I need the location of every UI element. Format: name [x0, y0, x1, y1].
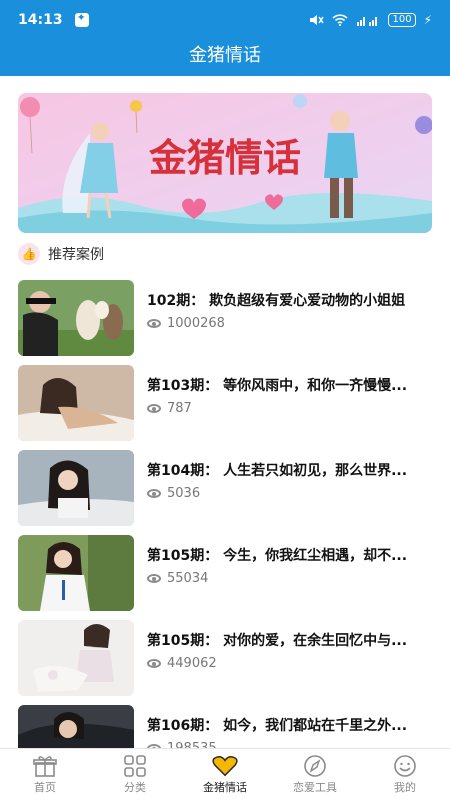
view-count-value: 5036 — [167, 486, 201, 501]
tab-home[interactable]: 首页 — [0, 749, 90, 800]
signal-icon — [357, 17, 378, 26]
item-title: 第103期： 等你风雨中，和你一齐慢慢... — [147, 378, 408, 394]
view-count: 55034 — [147, 571, 208, 586]
app-root: 14:13 100 ⚡ 金猪情话 — [0, 0, 450, 800]
charging-icon: ⚡ — [423, 13, 432, 27]
battery-icon: 100 — [388, 13, 416, 27]
thumbnail-image — [18, 535, 134, 611]
banner-text: 金猪情话 — [148, 136, 301, 180]
section-header: 👍 推荐案例 — [18, 243, 104, 265]
eye-icon — [147, 404, 161, 413]
item-title: 第105期： 今生，你我红尘相遇，却不... — [147, 548, 408, 564]
thumbnail-image — [18, 280, 134, 356]
smile-icon — [392, 754, 418, 777]
tab-love-words[interactable]: 金猪情话 — [180, 749, 270, 800]
section-title: 推荐案例 — [48, 247, 104, 263]
thumbnail-image — [18, 365, 134, 441]
tab-love-words-label: 金猪情话 — [203, 780, 247, 794]
notification-icon — [74, 11, 89, 27]
wifi-icon — [332, 14, 349, 26]
tab-love-tools[interactable]: 恋爱工具 — [270, 749, 360, 800]
item-title: 第106期： 如今，我们都站在千里之外... — [147, 718, 408, 734]
view-count: 449062 — [147, 656, 217, 671]
eye-icon — [147, 659, 161, 668]
banner-illustration: 金猪情话 — [18, 93, 432, 233]
thumbs-up-icon: 👍 — [18, 243, 40, 265]
view-count-value: 1000268 — [167, 316, 225, 331]
tab-category-label: 分类 — [124, 780, 146, 794]
list-item[interactable]: 第105期： 对你的爱，在余生回忆中与... 449062 — [18, 620, 432, 696]
item-title: 102期： 欺负超级有爱心爱动物的小姐姐 — [147, 293, 406, 309]
mute-icon — [310, 15, 325, 25]
view-count: 787 — [147, 401, 192, 416]
view-count-value: 55034 — [167, 571, 209, 586]
thumbnail-image — [18, 620, 134, 696]
item-title: 第104期： 人生若只如初见，那么世界... — [147, 463, 408, 479]
list-item[interactable]: 102期： 欺负超级有爱心爱动物的小姐姐 1000268 — [18, 280, 432, 356]
list-item[interactable]: 第104期： 人生若只如初见，那么世界... 5036 — [18, 450, 432, 526]
grid-icon — [122, 754, 148, 777]
tab-mine[interactable]: 我的 — [360, 749, 450, 800]
eye-icon — [147, 319, 161, 328]
list-item[interactable]: 第105期： 今生，你我红尘相遇，却不... 55034 — [18, 535, 432, 611]
bottom-nav: 首页 分类 金猪情话 恋爱工具 我的 — [0, 748, 450, 800]
tab-mine-label: 我的 — [394, 780, 416, 794]
page-title: 金猪情话 — [0, 40, 450, 76]
eye-icon — [147, 574, 161, 583]
heart-icon — [212, 755, 238, 777]
gift-icon — [32, 755, 58, 777]
tab-love-tools-label: 恋爱工具 — [293, 780, 337, 794]
view-count-value: 449062 — [167, 656, 217, 671]
banner[interactable]: 金猪情话 — [18, 93, 432, 233]
eye-icon — [147, 489, 161, 498]
status-icons: 100 ⚡ — [308, 13, 432, 27]
status-bar: 14:13 100 ⚡ — [0, 0, 450, 40]
view-count: 1000268 — [147, 316, 225, 331]
compass-icon — [302, 754, 328, 777]
item-title: 第105期： 对你的爱，在余生回忆中与... — [147, 633, 408, 649]
list-item[interactable]: 第103期： 等你风雨中，和你一齐慢慢... 787 — [18, 365, 432, 441]
thumbnail-image — [18, 450, 134, 526]
tab-category[interactable]: 分类 — [90, 749, 180, 800]
tab-home-label: 首页 — [34, 780, 56, 794]
status-time: 14:13 — [18, 12, 63, 28]
view-count-value: 787 — [167, 401, 192, 416]
view-count: 5036 — [147, 486, 200, 501]
